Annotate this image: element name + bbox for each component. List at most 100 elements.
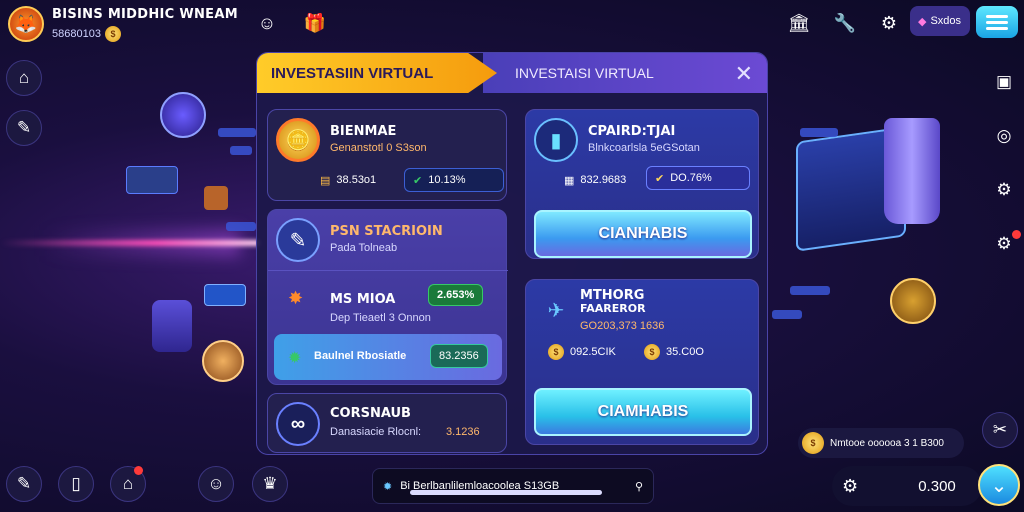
value-text: 38.53o1 (336, 174, 377, 186)
card-title: PSN STACRIOIN (330, 224, 443, 239)
gem-icon: ◆ (918, 15, 927, 28)
progress-bar (410, 490, 602, 495)
cta-button[interactable]: CIAMHABIS (534, 388, 752, 436)
document-icon: ✎ (276, 218, 320, 262)
gear-small-icon: ✹ (288, 350, 302, 367)
confirm-button[interactable]: ⌄ (978, 464, 1020, 506)
status-pill[interactable]: ◆ Sxdos (910, 6, 970, 36)
investment-card[interactable]: ✈ MTHORG FAAREROR GO203,373 1636 $ 092.5… (525, 279, 759, 445)
card-subtitle: Pada Tolneab (330, 242, 398, 254)
gear-small-icon: ✹ (383, 480, 393, 493)
cta-label: CIAMHABIS (597, 403, 689, 420)
coins-icon: 🪙 (276, 118, 320, 162)
gift-icon[interactable]: 🎁 (302, 10, 328, 36)
status-bar: ✹ Bi Berlbanlilemloacoolea S13GB ⚲ (372, 468, 654, 504)
books-icon (204, 186, 228, 210)
deco-tag (230, 146, 252, 155)
investment-panel: INVESTAISI VIRTUAL INVESTASIIN VIRTUAL ✕… (256, 52, 768, 455)
percent-chip: ✔ 10.13% (404, 168, 504, 192)
card-subtitle: Blnkcoarlsla 5eGSotan (588, 142, 700, 154)
check-icon: ✔ (655, 172, 665, 185)
check-icon: ✔ (413, 174, 423, 187)
wallet-icon (204, 284, 246, 306)
app-header: 🦊 BISINS MIDDHIC WNEAM 58680103 $ (8, 6, 238, 42)
deco-tag (218, 128, 256, 137)
tab-virtual-2[interactable]: INVESTAISI VIRTUAL (483, 53, 767, 93)
tab-label: INVESTASIIN VIRTUAL (271, 64, 434, 82)
infinity-icon: ∞ (276, 402, 320, 446)
emoji-icon[interactable]: ☺ (254, 10, 280, 36)
tab-virtual-1[interactable]: INVESTASIIN VIRTUAL (257, 53, 497, 93)
investment-card[interactable]: ✎ PSN STACRIOIN Pada Tolneab ✸ MS MIOA D… (267, 209, 508, 385)
tab-label: INVESTAISI VIRTUAL (515, 65, 654, 81)
gear-icon[interactable]: ⚙ (986, 172, 1022, 208)
dollar-icon (202, 340, 244, 382)
value-text: 092.5CIK (570, 346, 616, 358)
value-text: 35.C0O (666, 346, 704, 358)
chat-icon[interactable]: ✎ (6, 110, 42, 146)
close-icon[interactable]: ✕ (735, 61, 753, 87)
card-title-2: FAAREROR (580, 302, 646, 315)
notification-text: Nmtooe oooooa 3 1 B300 (830, 437, 944, 449)
status-label: Sxdos (930, 15, 962, 27)
chat-bubble-icon[interactable]: ◎ (986, 118, 1022, 154)
value-chip: ▤ 38.53o1 (312, 168, 384, 192)
spark-icon: ✸ (288, 288, 304, 308)
card-title: MTHORG (580, 288, 645, 303)
highlight-row[interactable]: ✹ Baulnel Rbosiatle 83.2356 (274, 334, 502, 380)
face-icon[interactable]: ☺ (198, 466, 234, 502)
card-subtitle: Genanstotl 0 S3son (330, 142, 427, 154)
notification-dot (134, 466, 143, 475)
share-icon[interactable]: ▣ (986, 64, 1022, 100)
chest-icon (152, 300, 192, 352)
notification-dot (1012, 230, 1021, 239)
trophy-icon[interactable]: ♛ (252, 466, 288, 502)
settings-icon[interactable]: ⚙ (876, 10, 902, 36)
currency-display: 58680103 $ (52, 25, 238, 42)
settings-icon[interactable]: ⚙ (842, 476, 858, 497)
investment-card[interactable]: 🪙 BIENMAE Genanstotl 0 S3son ▤ 38.53o1 ✔… (267, 109, 507, 201)
card-title: MS MIOA (330, 292, 396, 307)
deco-tag (772, 310, 802, 319)
divider (268, 270, 508, 271)
value-display: ⚙ 0.300 (832, 466, 982, 506)
edit-icon[interactable]: ✎ (6, 466, 42, 502)
stack-icon: ▤ (320, 174, 331, 187)
coin-icon: $ (548, 344, 564, 360)
value-text: 832.9683 (580, 174, 627, 186)
value-text: 0.300 (918, 477, 956, 495)
card-subtitle: Danasiacie Rlocnl: (330, 426, 422, 438)
coin-icon: $ (104, 25, 121, 42)
app-title: BISINS MIDDHIC WNEAM (52, 6, 238, 22)
card-title: BIENMAE (330, 124, 397, 139)
notification-pill: $ Nmtooe oooooa 3 1 B300 (798, 428, 964, 458)
cube-icon (160, 92, 206, 138)
row-label: Baulnel Rbosiatle (314, 350, 407, 362)
value-badge: 83.2356 (430, 344, 488, 368)
coin-icon: $ (802, 432, 824, 454)
bank-icon[interactable]: 🏛 (786, 10, 812, 36)
cta-label: CIANHABIS (598, 225, 688, 242)
cta-button[interactable]: CIANHABIS (534, 210, 752, 258)
percent-chip: ✔ DO.76% (646, 166, 750, 190)
currency-value: 58680103 (52, 27, 101, 40)
home-icon[interactable]: ⌂ (6, 60, 42, 96)
search-icon[interactable]: ⚲ (635, 480, 643, 493)
logo-icon: 🦊 (8, 6, 44, 42)
tools-alt-icon[interactable]: ✂ (982, 412, 1018, 448)
tools-icon[interactable]: 🔧 (832, 10, 858, 36)
value-chip: $ 092.5CIK (540, 340, 624, 364)
value-chip: ▦ 832.9683 (556, 168, 634, 192)
card-subtitle: GO203,373 1636 (580, 320, 665, 332)
screen-icon (126, 166, 178, 194)
menu-button[interactable] (976, 6, 1018, 38)
investment-card[interactable]: ▮ CPAIRD:TJAI Blnkcoarlsla 5eGSotan ▦ 83… (525, 109, 759, 259)
plane-icon: ✈ (547, 299, 565, 322)
value-chip: $ 35.C0O (636, 340, 712, 364)
background-streak (0, 240, 260, 246)
card-subtitle: Dep Tieaetl 3 Onnon (330, 312, 431, 324)
book-icon[interactable]: ▯ (58, 466, 94, 502)
card-value: 3.1236 (446, 426, 480, 438)
growth-badge: 2.653% (428, 284, 484, 306)
investment-card[interactable]: ∞ CORSNAUB Danasiacie Rlocnl: 3.1236 (267, 393, 507, 453)
